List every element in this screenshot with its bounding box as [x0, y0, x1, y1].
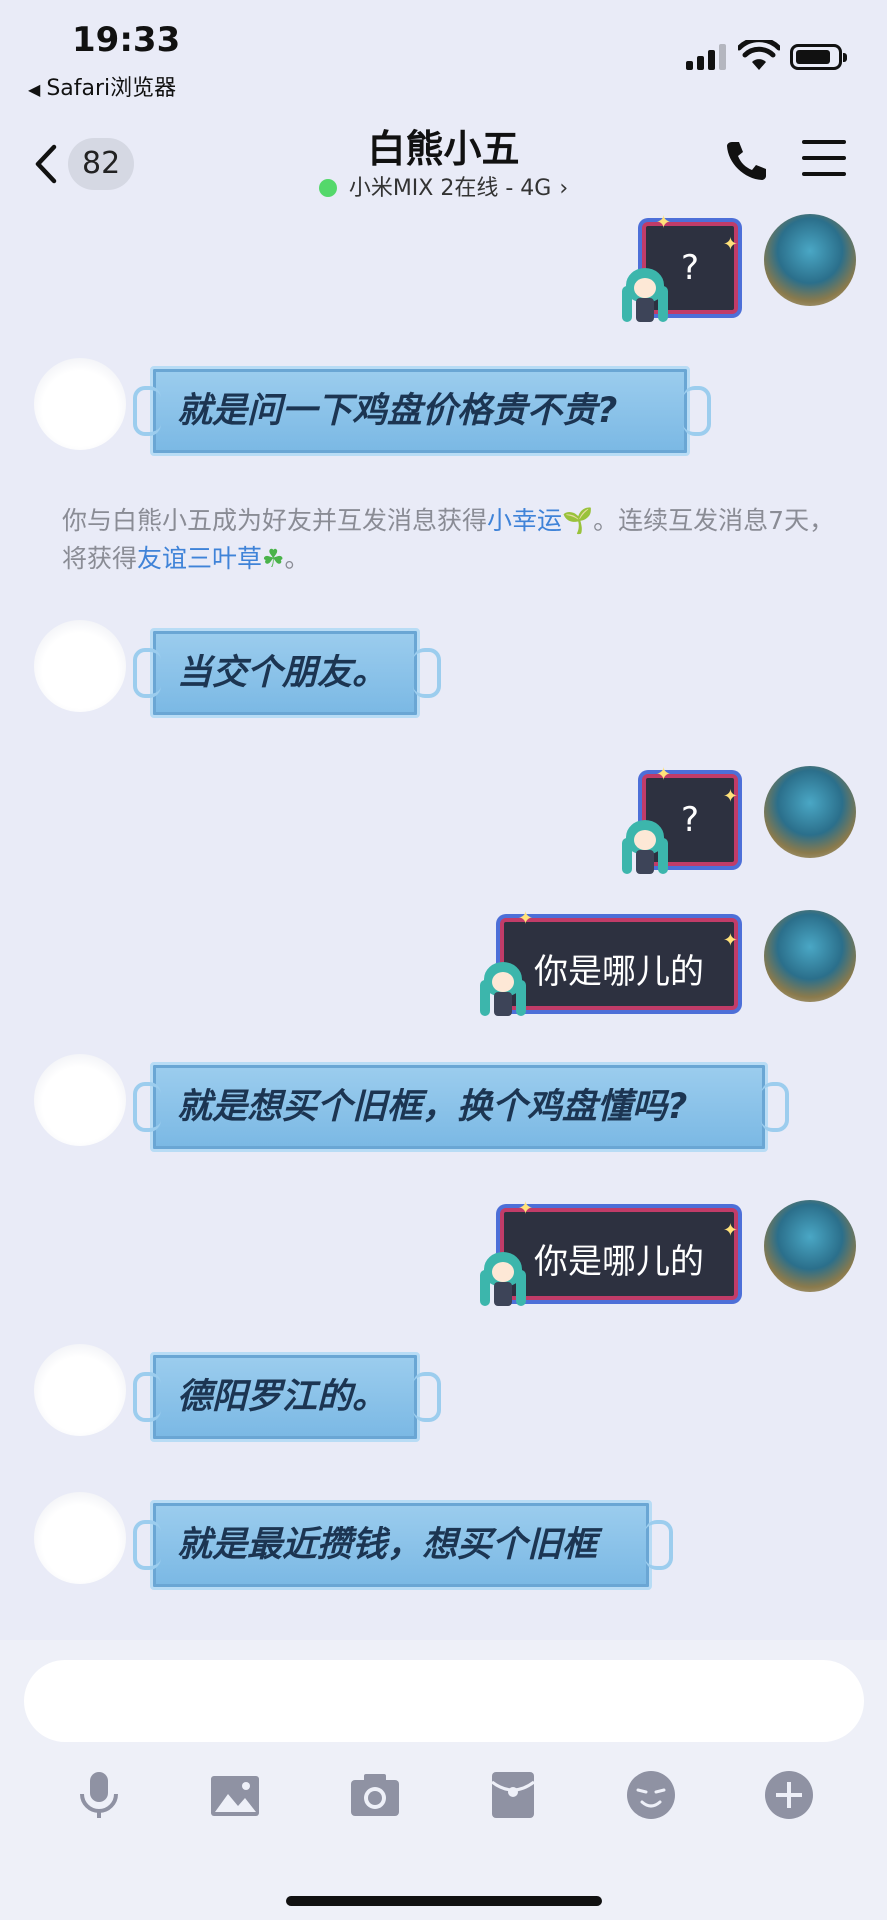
chevron-right-icon: › [559, 176, 569, 201]
chat-header: 82 白熊小五 小米MIX 2在线 - 4G › [0, 110, 887, 210]
bubble-mascot-icon [480, 1252, 526, 1308]
input-area [0, 1640, 887, 1920]
image-icon[interactable] [208, 1768, 262, 1822]
clover-icon: ☘ [262, 544, 285, 573]
sparkle-icon: ✦ [518, 1198, 534, 1219]
status-bar: 19:33 ◀ Safari浏览器 [0, 0, 887, 110]
message-bubble-incoming[interactable]: 就是最近攒钱，想买个旧框 [133, 1500, 673, 1590]
clover-link[interactable]: 友谊三叶草 [137, 544, 262, 573]
bubble-mascot-icon [622, 820, 668, 876]
emoji-icon[interactable] [624, 1768, 678, 1822]
message-bubble-outgoing[interactable]: 你是哪儿的 ✦ ✦ [500, 1198, 738, 1300]
microphone-icon[interactable] [72, 1768, 126, 1822]
battery-icon [790, 44, 847, 70]
message-bubble-outgoing[interactable]: 你是哪儿的 ✦ ✦ [500, 908, 738, 1010]
sparkle-icon: ✦ [722, 930, 738, 951]
sprout-icon: 🌱 [562, 506, 594, 535]
plus-icon[interactable] [762, 1768, 816, 1822]
sparkle-icon: ✦ [722, 1220, 738, 1241]
red-packet-icon[interactable] [486, 1768, 540, 1822]
phone-call-button[interactable] [722, 136, 770, 184]
message-text: 你是哪儿的 [534, 1242, 704, 1282]
contact-avatar[interactable] [34, 1492, 126, 1584]
message-text: 当交个朋友。 [177, 653, 388, 693]
system-notice: 你与白熊小五成为好友并互发消息获得小幸运🌱。连续互发消息7天，将获得友谊三叶草☘… [62, 502, 842, 578]
my-avatar[interactable] [764, 910, 856, 1002]
message-bubble-incoming[interactable]: 当交个朋友。 [133, 628, 441, 718]
message-text: 就是问一下鸡盘价格贵不贵? [177, 391, 618, 431]
message-bubble-incoming[interactable]: 就是问一下鸡盘价格贵不贵? [133, 366, 711, 456]
contact-avatar[interactable] [34, 358, 126, 450]
message-input[interactable] [24, 1660, 864, 1742]
notice-text: 你与白熊小五成为好友并互发消息获得 [62, 506, 488, 535]
bubble-mascot-icon [480, 962, 526, 1018]
online-dot-icon [318, 179, 337, 197]
back-app-label: Safari浏览器 [46, 76, 177, 101]
back-triangle-icon: ◀ [28, 80, 41, 99]
my-avatar[interactable] [764, 214, 856, 306]
sparkle-icon: ✦ [722, 786, 738, 807]
contact-avatar[interactable] [34, 1054, 126, 1146]
home-indicator[interactable] [286, 1896, 602, 1906]
notice-text: 。 [284, 544, 310, 573]
sparkle-icon: ✦ [722, 234, 738, 255]
menu-button[interactable] [802, 140, 846, 180]
sparkle-icon: ✦ [656, 212, 672, 233]
lucky-link[interactable]: 小幸运 [487, 506, 562, 535]
contact-avatar[interactable] [34, 1344, 126, 1436]
my-avatar[interactable] [764, 1200, 856, 1292]
contact-avatar[interactable] [34, 620, 126, 712]
back-to-app-link[interactable]: ◀ Safari浏览器 [28, 70, 176, 102]
sparkle-icon: ✦ [518, 908, 534, 929]
clock: 19:33 [72, 20, 181, 60]
wifi-icon [738, 40, 780, 70]
bubble-mascot-icon [622, 268, 668, 324]
sparkle-icon: ✦ [656, 764, 672, 785]
message-text: 就是想买个旧框，换个鸡盘懂吗? [177, 1087, 688, 1127]
message-bubble-incoming[interactable]: 就是想买个旧框，换个鸡盘懂吗? [133, 1062, 789, 1152]
my-avatar[interactable] [764, 766, 856, 858]
online-status-text: 小米MIX 2在线 - 4G [348, 176, 552, 201]
camera-icon[interactable] [348, 1768, 402, 1822]
message-text: 德阳罗江的。 [177, 1377, 388, 1417]
message-bubble-incoming[interactable]: 德阳罗江的。 [133, 1352, 441, 1442]
message-text: 你是哪儿的 [534, 952, 704, 992]
cellular-signal-icon [686, 44, 730, 70]
message-text: 就是最近攒钱，想买个旧框 [177, 1525, 598, 1565]
